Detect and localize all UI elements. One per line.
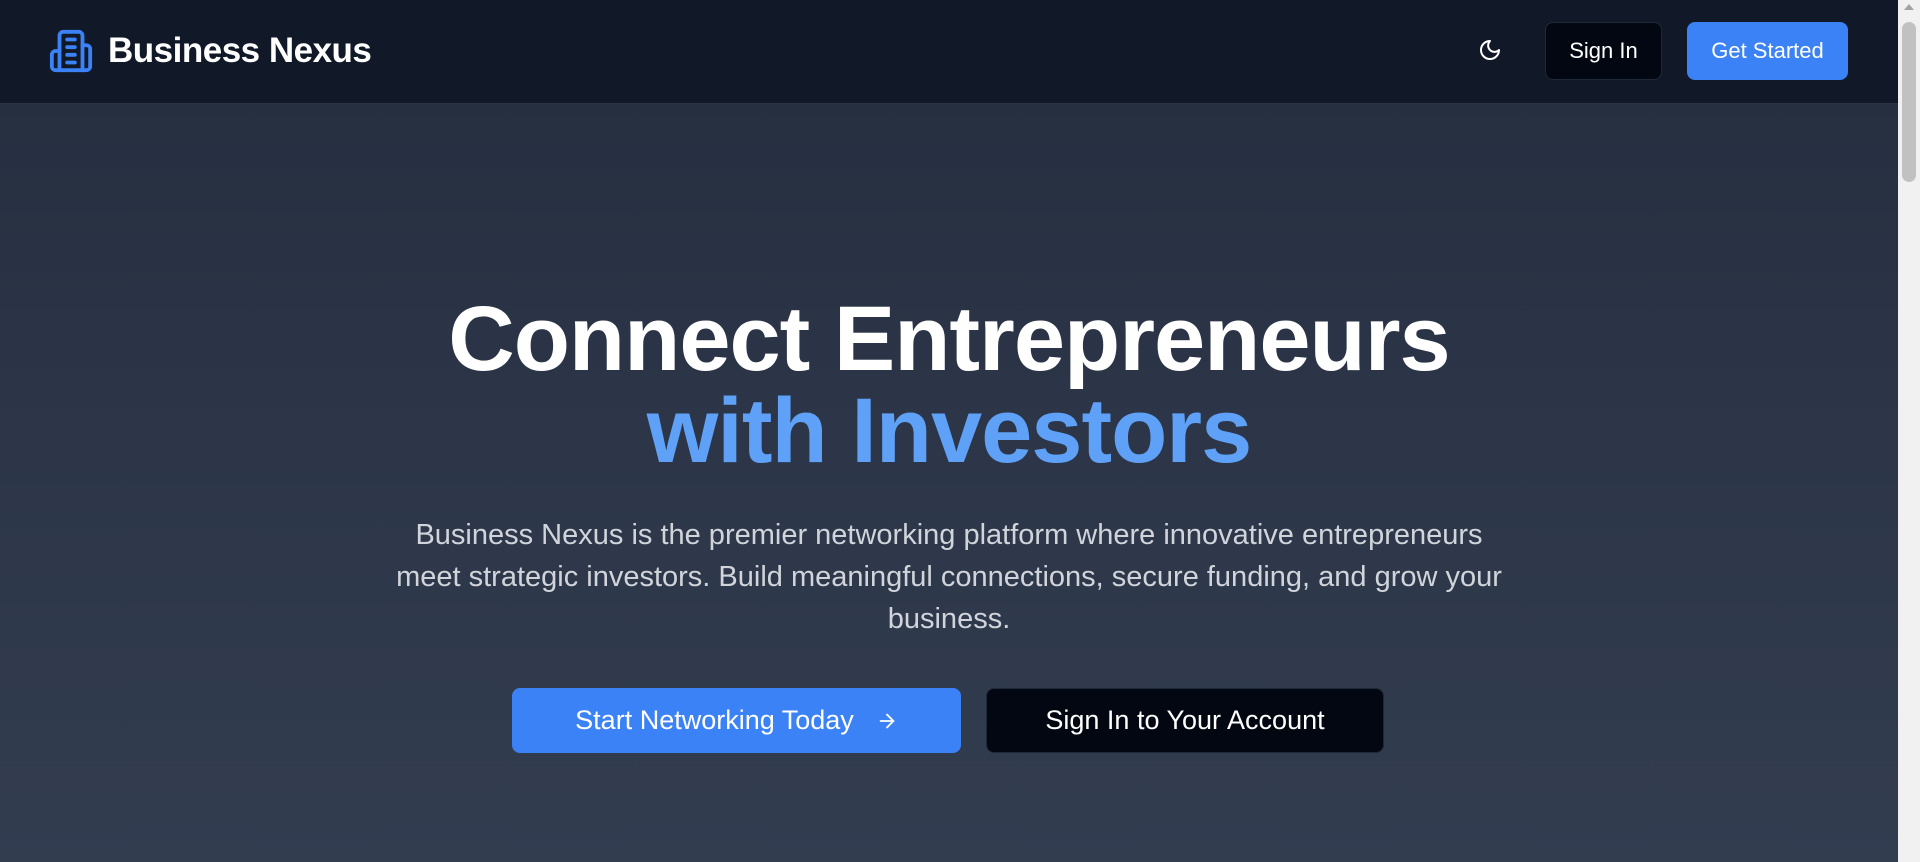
theme-toggle-button[interactable] [1466,28,1514,76]
building-icon [48,28,94,74]
hero-subtitle: Business Nexus is the premier networking… [396,519,1502,635]
moon-icon [1478,38,1502,67]
get-started-button[interactable]: Get Started [1687,22,1848,80]
arrow-right-icon [876,710,898,732]
start-networking-button[interactable]: Start Networking Today [512,688,961,753]
sign-in-account-button[interactable]: Sign In to Your Account [986,688,1384,753]
hero-title: Connect Entrepreneurs with Investors [0,293,1898,477]
scroll-up-arrow-icon[interactable] [1904,4,1914,10]
brand-logo-link[interactable]: Business Nexus [48,27,372,75]
vertical-scrollbar[interactable] [1898,0,1920,862]
hero-title-line2: with Investors [646,380,1253,482]
start-networking-label: Start Networking Today [575,705,854,735]
sign-in-button[interactable]: Sign In [1545,22,1662,80]
hero-title-line1: Connect Entrepreneurs [448,288,1450,390]
top-navbar: Business Nexus Sign In Get Started [0,0,1898,104]
page-viewport: Business Nexus Sign In Get Started Conne… [0,0,1898,862]
brand-name: Business Nexus [108,31,372,70]
scrollbar-thumb[interactable] [1902,22,1916,182]
